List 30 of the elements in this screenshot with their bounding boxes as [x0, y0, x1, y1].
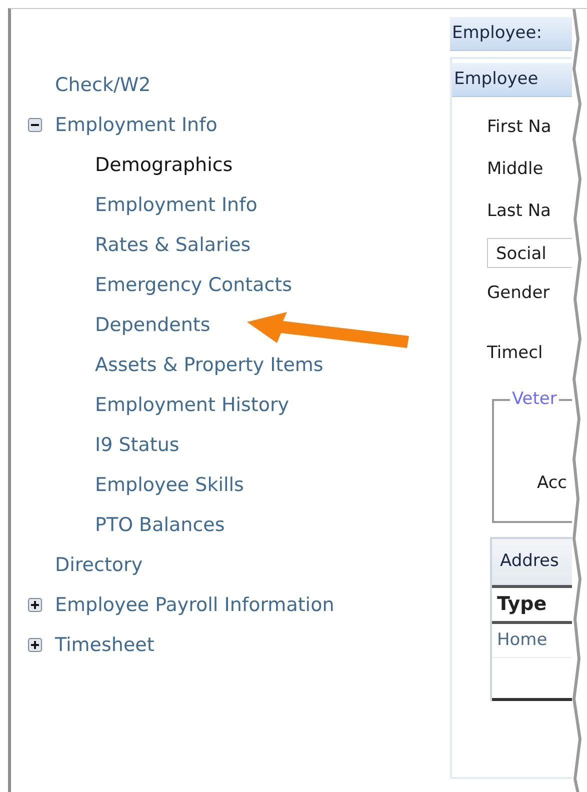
nav-item[interactable]: Employee Payroll Information — [55, 594, 334, 616]
nav-item[interactable]: Employment Info — [55, 114, 218, 136]
panel-header: Employee: — [450, 17, 572, 51]
nav-item[interactable]: Check/W2 — [55, 74, 151, 96]
nav-item[interactable]: Directory — [55, 554, 143, 576]
nav-item[interactable]: Timesheet — [55, 634, 154, 656]
expand-icon[interactable] — [28, 598, 42, 612]
column-header: Type — [492, 588, 572, 624]
field-label: Social — [487, 238, 572, 268]
nav-item[interactable]: Emergency Contacts — [95, 274, 292, 296]
table-cell: Home — [492, 624, 572, 658]
nav-item[interactable]: Demographics — [95, 154, 233, 176]
field-label: Timecl — [487, 343, 544, 365]
nav-item[interactable]: PTO Balances — [95, 514, 225, 536]
field-label: Last Na — [487, 201, 552, 223]
nav-item[interactable]: Employee Skills — [95, 474, 244, 496]
field-label: Gender — [487, 283, 551, 305]
section-header: Employee — [452, 63, 572, 97]
nav-item[interactable]: Rates & Salaries — [95, 234, 251, 256]
nav-item[interactable]: Dependents — [95, 314, 210, 336]
field-label: First Na — [487, 117, 552, 139]
collapse-icon[interactable] — [28, 118, 42, 132]
nav-item[interactable]: Employment History — [95, 394, 290, 416]
nav-item[interactable]: Employment Info — [95, 194, 258, 216]
field-label: Middle — [487, 159, 544, 181]
nav-item[interactable]: I9 Status — [95, 434, 180, 456]
grid-title: Addres — [492, 539, 572, 588]
nav-item[interactable]: Assets & Property Items — [95, 354, 324, 376]
expand-icon[interactable] — [28, 638, 42, 652]
field-label: Acc — [537, 473, 568, 493]
